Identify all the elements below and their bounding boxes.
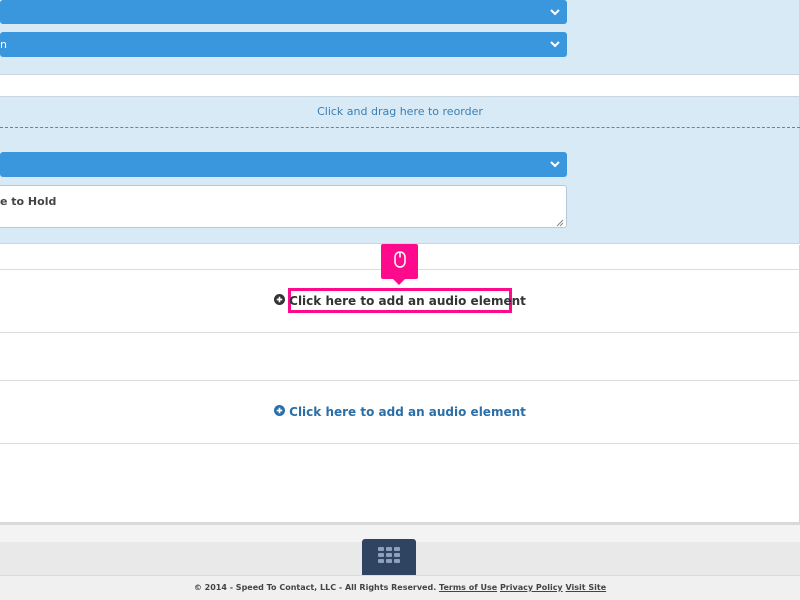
- select-dropdown-secondary[interactable]: n: [0, 32, 567, 57]
- resize-handle-icon[interactable]: [556, 217, 564, 227]
- chevron-down-icon: [549, 152, 561, 177]
- click-indicator-tooltip: [381, 244, 418, 279]
- mouse-icon: [393, 251, 406, 272]
- plus-circle-icon: [274, 405, 286, 419]
- plus-circle-icon: [274, 293, 286, 308]
- add-audio-element-link[interactable]: Click here to add an audio element: [274, 402, 526, 422]
- spacer-row: [0, 75, 800, 96]
- textarea-value: e to Hold: [0, 195, 57, 208]
- add-audio-label: Click here to add an audio element: [289, 405, 526, 419]
- tooltip-arrow: [393, 279, 405, 285]
- footer-text: © 2014 - Speed To Contact, LLC - All Rig…: [0, 583, 800, 592]
- chevron-down-icon: [549, 0, 561, 24]
- grid-icon: [378, 547, 400, 567]
- spacer-row: [0, 444, 800, 522]
- apps-menu-button[interactable]: [362, 539, 416, 575]
- select-dropdown-top[interactable]: [0, 0, 567, 24]
- add-audio-label: Click here to add an audio element: [289, 293, 526, 308]
- message-textarea[interactable]: e to Hold: [0, 185, 567, 228]
- drag-handle[interactable]: Click and drag here to reorder: [0, 96, 800, 128]
- select-dropdown-audio-type[interactable]: [0, 152, 567, 177]
- terms-link[interactable]: Terms of Use: [439, 583, 497, 592]
- privacy-link[interactable]: Privacy Policy: [500, 583, 563, 592]
- chevron-down-icon: [549, 32, 561, 57]
- visit-site-link[interactable]: Visit Site: [565, 583, 606, 592]
- copyright-text: © 2014 - Speed To Contact, LLC - All Rig…: [193, 583, 437, 592]
- add-audio-element-link[interactable]: Click here to add an audio element: [274, 288, 526, 313]
- select-value: n: [0, 38, 7, 51]
- spacer-row: [0, 333, 800, 381]
